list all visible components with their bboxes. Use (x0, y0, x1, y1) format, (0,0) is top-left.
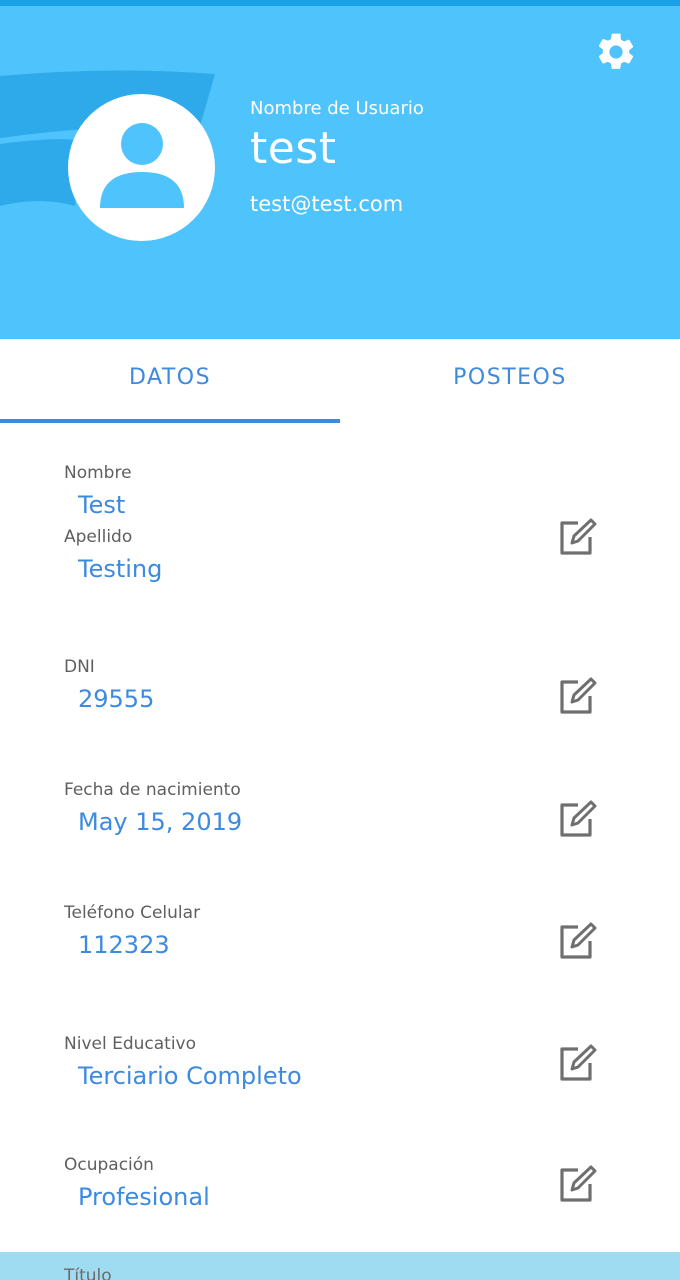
edit-icon (560, 800, 597, 837)
profile-screen: Nombre de Usuario test test@test.com DAT… (0, 0, 680, 1280)
dni-label: DNI (64, 657, 95, 677)
fecha-group: Fecha de nacimiento May 15, 2019 (64, 780, 242, 836)
edit-ocupacion-button[interactable] (555, 1163, 599, 1207)
person-icon (99, 122, 184, 208)
tab-datos[interactable]: DATOS (0, 339, 340, 423)
nivel-value: Terciario Completo (78, 1062, 302, 1090)
user-info: Nombre de Usuario test test@test.com (250, 98, 424, 216)
edit-icon (560, 677, 597, 714)
edit-icon (560, 922, 597, 959)
edit-telefono-button[interactable] (555, 920, 599, 964)
edit-fecha-button[interactable] (555, 798, 599, 842)
apellido-label: Apellido (64, 527, 133, 547)
gear-icon[interactable] (594, 30, 638, 74)
edit-nivel-button[interactable] (555, 1042, 599, 1086)
telefono-group: Teléfono Celular 112323 (64, 903, 200, 959)
nivel-label: Nivel Educativo (64, 1034, 197, 1054)
username-label: Nombre de Usuario (250, 98, 424, 119)
nivel-group: Nivel Educativo Terciario Completo (64, 1034, 302, 1090)
nombre-value: Test (78, 491, 126, 519)
ocupacion-label: Ocupación (64, 1155, 154, 1175)
telefono-value: 112323 (78, 931, 170, 959)
ocupacion-group: Ocupación Profesional (64, 1155, 210, 1211)
avatar[interactable] (68, 94, 215, 241)
user-email: test@test.com (250, 192, 404, 216)
edit-name-button[interactable] (555, 516, 599, 560)
profile-header: Nombre de Usuario test test@test.com (0, 0, 680, 339)
fecha-value: May 15, 2019 (78, 808, 243, 836)
fecha-label: Fecha de nacimiento (64, 780, 241, 800)
titulo-label: Título (64, 1266, 112, 1280)
ocupacion-value: Profesional (78, 1183, 210, 1211)
tab-posteos[interactable]: POSTEOS (340, 339, 680, 423)
nombre-label: Nombre (64, 463, 132, 483)
username: test (250, 123, 337, 174)
dni-group: DNI 29555 (64, 657, 154, 713)
edit-icon (560, 1044, 597, 1081)
edit-icon (560, 1165, 597, 1202)
profile-tabs: DATOS POSTEOS (0, 339, 680, 423)
edit-icon (560, 518, 597, 555)
titulo-row-partial: Título (0, 1252, 680, 1280)
dni-value: 29555 (78, 685, 155, 713)
name-group: Nombre Test Apellido Testing (64, 463, 162, 583)
apellido-value: Testing (78, 555, 163, 583)
telefono-label: Teléfono Celular (64, 903, 201, 923)
edit-dni-button[interactable] (555, 675, 599, 719)
